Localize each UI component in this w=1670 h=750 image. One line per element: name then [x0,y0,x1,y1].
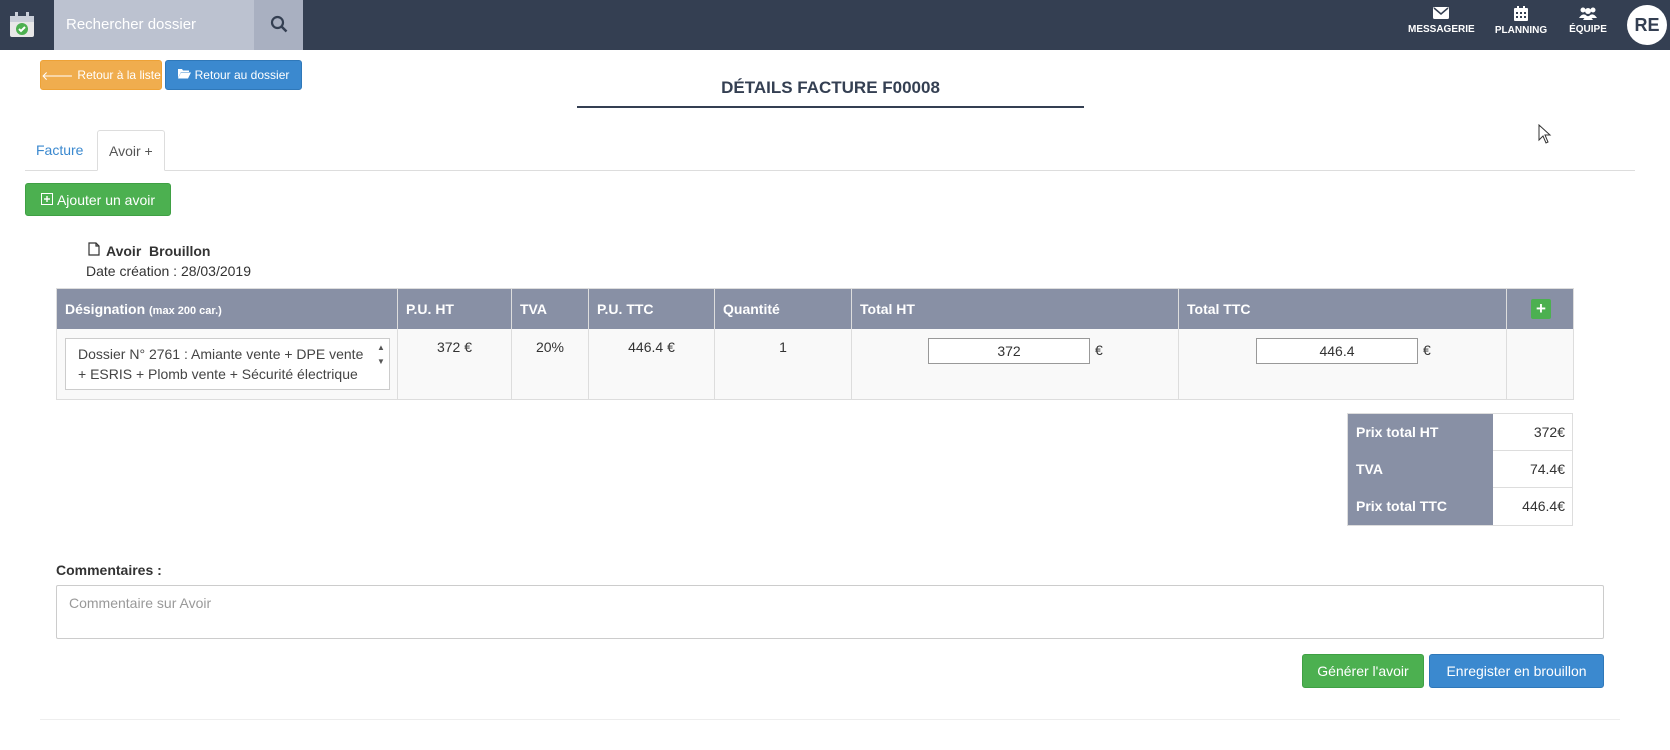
designation-text: Dossier N° 2761 : Amiante vente + DPE ve… [78,346,364,389]
designation-textarea[interactable]: Dossier N° 2761 : Amiante vente + DPE ve… [65,338,390,390]
tva-value: 74.4€ [1529,461,1565,477]
col-designation: Désignation (max 200 car.) [57,289,398,329]
total-ht-label: Prix total HT [1348,414,1493,451]
total-ht-row: Prix total HT 372€ [1348,414,1572,451]
total-ttc-currency: € [1423,342,1431,358]
search-button[interactable] [254,0,303,50]
tva-label: TVA [1348,451,1493,488]
col-tva: TVA [512,289,589,329]
top-navbar: Rechercher dossier MESSAGERIE PLANNING É… [0,0,1670,50]
users-icon [1579,7,1597,20]
nav-planning-label: PLANNING [1494,25,1548,36]
col-total-ht: Total HT [852,289,1179,329]
avoir-date: Date création : 28/03/2019 [86,263,252,279]
comments-label: Commentaires : [56,562,162,578]
tva-row: TVA 74.4€ [1348,451,1572,488]
textarea-scrollbar[interactable]: ▲ ▼ [375,341,387,387]
cell-quantite: 1 [715,329,852,399]
tabs-divider [25,170,1635,171]
col-pu-ht: P.U. HT [398,289,512,329]
back-to-dossier-label: Retour au dossier [194,68,290,82]
footer-divider [40,719,1620,720]
total-ht-input[interactable]: 372 [928,338,1090,364]
table-header: Désignation (max 200 car.) P.U. HT TVA P… [57,289,1573,329]
avoir-lines-table: Désignation (max 200 car.) P.U. HT TVA P… [56,288,1574,400]
col-designation-label: Désignation [65,301,146,317]
nav-equipe[interactable]: ÉQUIPE [1565,6,1611,46]
totals-table: Prix total HT 372€ TVA 74.4€ Prix total … [1347,413,1573,526]
folder-open-icon [177,68,191,82]
search-icon [270,15,288,36]
back-to-dossier-button[interactable]: Retour au dossier [165,60,302,90]
table-row: Dossier N° 2761 : Amiante vente + DPE ve… [57,329,1573,399]
col-pu-ttc: P.U. TTC [589,289,715,329]
avoir-header: Avoir Brouillon [88,242,210,259]
total-ttc-label: Prix total TTC [1348,488,1493,525]
total-ttc-input[interactable]: 446.4 [1256,338,1418,364]
file-icon [88,242,100,259]
col-quantite: Quantité [715,289,852,329]
add-avoir-label: Ajouter un avoir [56,191,156,208]
save-draft-button[interactable]: Enregister en brouillon [1429,654,1604,688]
tab-avoir[interactable]: Avoir + [97,130,165,171]
nav-messagerie[interactable]: MESSAGERIE [1408,6,1475,46]
total-ttc-row: Prix total TTC 446.4€ [1348,488,1572,525]
cell-total-ht: 372 € [852,329,1179,399]
tab-facture[interactable]: Facture [25,130,94,171]
nav-equipe-label: ÉQUIPE [1569,24,1607,35]
total-ttc-value: 446.4€ [1522,498,1565,514]
total-ht-currency: € [1095,342,1103,358]
cell-pu-ht: 372 € [398,329,512,399]
cell-pu-ttc: 446.4 € [589,329,715,399]
cell-total-ttc: 446.4 € [1179,329,1507,399]
col-total-ttc: Total TTC [1179,289,1507,329]
plus-square-icon [40,192,53,208]
nav-planning[interactable]: PLANNING [1491,6,1551,46]
cell-tva: 20% [512,329,589,399]
page-title: DÉTAILS FACTURE F00008 [721,78,940,97]
avatar[interactable]: RE [1627,5,1667,45]
envelope-icon [1433,7,1449,19]
cell-designation: Dossier N° 2761 : Amiante vente + DPE ve… [57,329,398,399]
back-to-list-label: Retour à la liste [77,68,161,82]
add-avoir-button[interactable]: Ajouter un avoir [25,183,171,216]
col-designation-hint: (max 200 car.) [149,305,222,317]
search-input[interactable]: Rechercher dossier [54,0,254,50]
title-underline [577,106,1084,108]
back-to-list-button[interactable]: 🡐 Retour à la liste [40,60,162,90]
total-ht-value: 372€ [1533,424,1565,440]
arrow-left-icon: 🡐 [41,68,74,83]
add-line-button[interactable]: + [1531,299,1551,319]
comments-textarea[interactable]: Commentaire sur Avoir [56,585,1604,639]
calendar-icon [1514,6,1528,21]
nav-messagerie-label: MESSAGERIE [1408,24,1475,35]
avoir-title: Avoir Brouillon [106,242,211,259]
generate-avoir-button[interactable]: Générer l'avoir [1302,654,1424,688]
cell-actions [1507,329,1573,399]
mouse-cursor-icon [1538,123,1552,147]
app-logo-icon[interactable] [7,10,37,40]
